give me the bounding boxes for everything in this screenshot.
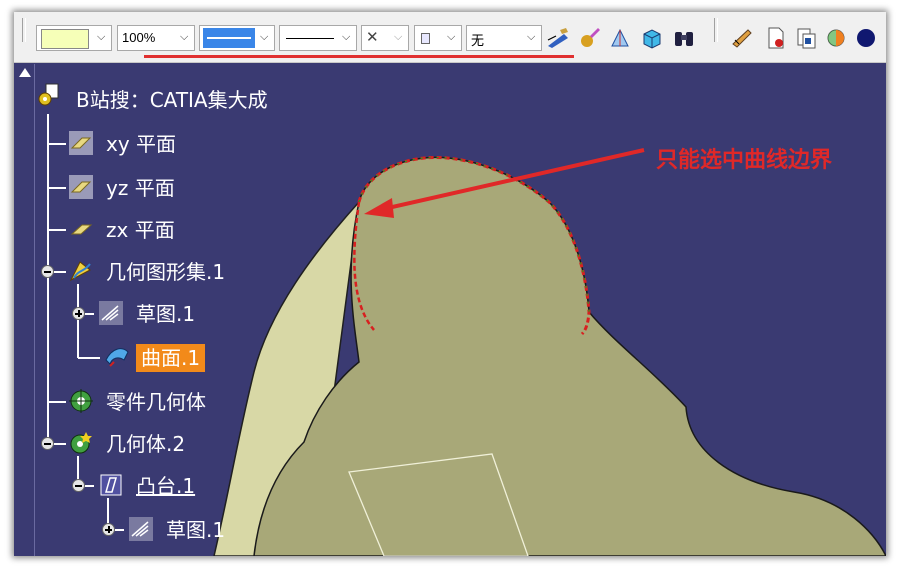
tree-item-pad-1[interactable]: 凸台.1 [136, 474, 195, 498]
expand-icon[interactable] [72, 307, 85, 320]
geometrical-set-icon[interactable] [68, 258, 94, 284]
chevron-down-icon: ⌵ [342, 30, 351, 43]
highlight-underline [144, 55, 574, 58]
fill-color-combo[interactable]: ⌵ [36, 25, 112, 51]
annotation-text: 只能选中曲线边界 [656, 148, 833, 173]
surface-icon[interactable] [104, 344, 130, 370]
measure-hand-icon[interactable] [730, 26, 754, 50]
plane-icon[interactable] [68, 216, 94, 242]
zoom-value: 100% [122, 30, 156, 45]
chevron-down-icon: ⌵ [180, 30, 189, 43]
tree-item-xy-plane[interactable]: xy 平面 [106, 132, 176, 156]
blue-sphere-icon[interactable] [854, 26, 878, 50]
tree-item-surface-1[interactable]: 曲面.1 [136, 344, 206, 372]
tree-item-pad-sketch-1[interactable]: 草图.1 [166, 518, 225, 542]
binoculars-icon[interactable] [672, 26, 696, 50]
line-type-sample [286, 38, 334, 39]
color-circle-icon[interactable] [824, 26, 848, 50]
chevron-down-icon: ⌵ [394, 30, 403, 43]
collapse-icon[interactable] [41, 265, 54, 278]
line-weight-combo[interactable]: ✕ ⌵ [361, 25, 409, 51]
point-icon [421, 33, 430, 44]
sketch-icon[interactable] [128, 516, 154, 542]
tree-item-body-2[interactable]: 几何体.2 [106, 432, 185, 456]
document-copy-icon[interactable] [794, 26, 818, 50]
pad-icon[interactable] [98, 472, 124, 498]
point-type-combo[interactable]: ⌵ [414, 25, 462, 51]
collapse-icon[interactable] [72, 479, 85, 492]
3d-box-icon[interactable] [640, 26, 664, 50]
body-icon[interactable] [68, 430, 94, 456]
document-red-icon[interactable] [764, 26, 788, 50]
chevron-down-icon: ⌵ [97, 30, 106, 43]
transparency-combo[interactable]: 100% ⌵ [117, 25, 195, 51]
chevron-down-icon: ⌵ [260, 30, 269, 43]
toolbar-separator [714, 18, 718, 42]
layer-combo[interactable]: 无 ⌵ [466, 25, 542, 51]
tree-root-label[interactable]: B站搜：CATIA集大成 [76, 88, 268, 112]
fill-color-swatch [41, 29, 89, 49]
collapse-icon[interactable] [41, 437, 54, 450]
chevron-down-icon: ⌵ [527, 30, 536, 43]
tree-item-yz-plane[interactable]: yz 平面 [106, 176, 175, 200]
line-type-combo[interactable]: ⌵ [279, 25, 357, 51]
catia-window: 只能选中曲线边界 ⌵ 100% ⌵ ⌵ ⌵ ✕ ⌵ ⌵ 无 ⌵ B站搜：CATI… [14, 12, 886, 556]
toolbar: ⌵ 100% ⌵ ⌵ ⌵ ✕ ⌵ ⌵ 无 ⌵ [14, 12, 886, 63]
toolbar-grip[interactable] [22, 18, 26, 42]
layer-value: 无 [471, 33, 485, 48]
tree-item-geometrical-set[interactable]: 几何图形集.1 [106, 260, 225, 284]
expand-icon[interactable] [102, 523, 115, 536]
tree-item-sketch-1[interactable]: 草图.1 [136, 302, 195, 326]
part-root-icon[interactable] [36, 82, 62, 108]
lighting-icon[interactable] [608, 26, 632, 50]
close-icon: ✕ [366, 29, 379, 46]
line-color-combo[interactable]: ⌵ [199, 25, 275, 51]
tree-item-zx-plane[interactable]: zx 平面 [106, 218, 175, 242]
painter-brush-icon[interactable] [546, 26, 570, 50]
specification-tree: B站搜：CATIA集大成 xy 平面 yz 平面 zx 平面 几何图形集.1 草… [14, 64, 274, 556]
plane-icon[interactable] [68, 174, 94, 200]
line-color-swatch [203, 28, 255, 48]
material-apply-icon[interactable] [578, 26, 602, 50]
tree-item-part-body[interactable]: 零件几何体 [106, 390, 206, 414]
chevron-down-icon: ⌵ [447, 30, 456, 43]
plane-icon[interactable] [68, 130, 94, 156]
sketch-icon[interactable] [98, 300, 124, 326]
part-body-icon[interactable] [68, 388, 94, 414]
